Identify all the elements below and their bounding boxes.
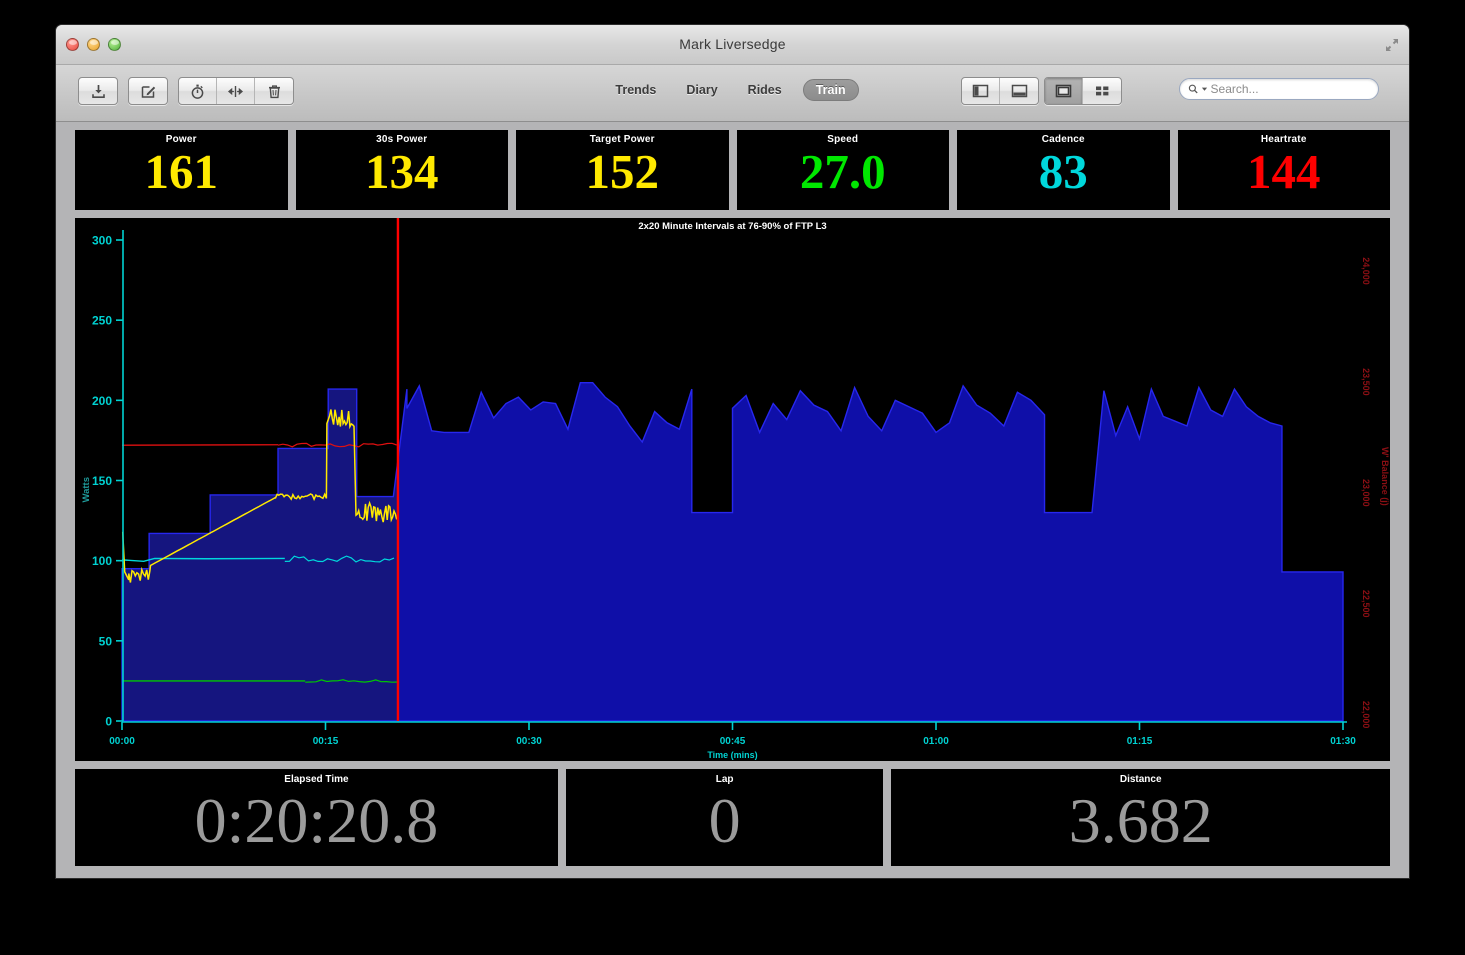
x-axis-tick-label: 01:00 bbox=[923, 736, 949, 747]
metric-value: 83 bbox=[1038, 144, 1088, 199]
summary-label: Distance bbox=[1119, 774, 1162, 785]
y-axis-tick-label: 300 bbox=[92, 234, 112, 248]
metric-label: Power bbox=[165, 134, 197, 145]
x-axis-tick-label: 00:00 bbox=[109, 736, 135, 747]
x-axis-tick-label: 00:30 bbox=[516, 736, 542, 747]
metric-label: Heartrate bbox=[1260, 134, 1307, 145]
right-axis-tick-label: 23,500 bbox=[1361, 368, 1371, 396]
metric-value: 134 bbox=[365, 144, 439, 199]
toggle-bottom-pane-button[interactable] bbox=[1000, 78, 1038, 104]
search-box[interactable] bbox=[1179, 78, 1379, 100]
metric-tile-30s-power: 30s Power 134 bbox=[295, 130, 508, 210]
summary-label: Lap bbox=[715, 774, 734, 785]
sidebar-left-icon bbox=[972, 84, 989, 98]
right-axis-tick-label: 24,000 bbox=[1361, 257, 1371, 285]
app-window: Mark Liversedge Trends Diary Rides Train… bbox=[56, 25, 1409, 878]
summary-value: 3.682 bbox=[1068, 785, 1213, 856]
y-axis-tick-label: 50 bbox=[99, 634, 113, 648]
nav-tab-diary[interactable]: Diary bbox=[677, 79, 726, 101]
summary-tile-distance: Distance 3.682 bbox=[891, 769, 1390, 866]
y-axis-tick-label: 0 bbox=[105, 715, 112, 729]
y-axis-tick-label: 250 bbox=[92, 314, 112, 328]
fullscreen-arrows-icon[interactable] bbox=[1382, 35, 1402, 55]
x-axis-tick-label: 01:30 bbox=[1330, 736, 1356, 747]
single-view-icon bbox=[1055, 84, 1072, 98]
summary-value: 0 bbox=[708, 785, 741, 856]
toolbar-group-views bbox=[1044, 77, 1122, 105]
nav-tab-trends[interactable]: Trends bbox=[606, 79, 665, 101]
right-axis-title: W' Balance (j) bbox=[1380, 447, 1390, 506]
toggle-sidebar-button[interactable] bbox=[962, 78, 1000, 104]
grid-view-button[interactable] bbox=[1083, 78, 1121, 104]
metric-label: 30s Power bbox=[376, 134, 428, 145]
metric-value: 27.0 bbox=[799, 144, 886, 199]
right-axis-tick-label: 23,000 bbox=[1361, 479, 1371, 507]
search-icon bbox=[1188, 84, 1198, 94]
training-chart[interactable]: 2x20 Minute Intervals at 76-90% of FTP L… bbox=[75, 218, 1390, 761]
metric-label: Target Power bbox=[589, 134, 655, 145]
summary-tile-lap: Lap 0 bbox=[565, 769, 884, 866]
content-area: Power 161 30s Power 134 Target Power 152… bbox=[56, 122, 1409, 877]
window-title: Mark Liversedge bbox=[679, 36, 786, 52]
search-input[interactable] bbox=[1210, 82, 1370, 96]
summary-value: 0:20:20.8 bbox=[194, 785, 439, 856]
right-axis-tick-label: 22,000 bbox=[1361, 701, 1371, 729]
y-axis-tick-label: 150 bbox=[92, 474, 112, 488]
y-axis-tick-label: 200 bbox=[92, 394, 112, 408]
summary-tiles: Elapsed Time 0:20:20.8 Lap 0 Distance 3.… bbox=[75, 769, 1390, 866]
metric-tile-target-power: Target Power 152 bbox=[516, 130, 729, 210]
x-axis-tick-label: 01:15 bbox=[1127, 736, 1153, 747]
x-axis-tick-label: 00:15 bbox=[313, 736, 339, 747]
grid-view-icon bbox=[1095, 86, 1108, 96]
toolbar-group-panes bbox=[961, 77, 1039, 105]
right-axis-tick-label: 22,500 bbox=[1361, 590, 1371, 618]
single-view-button[interactable] bbox=[1045, 78, 1083, 104]
summary-label: Elapsed Time bbox=[284, 774, 349, 785]
metric-tile-cadence: Cadence 83 bbox=[957, 130, 1170, 210]
y-axis-title: Watts bbox=[81, 477, 92, 503]
nav-tab-train[interactable]: Train bbox=[802, 79, 859, 101]
toolbar: Trends Diary Rides Train bbox=[56, 65, 1409, 122]
title-bar: Mark Liversedge bbox=[56, 25, 1409, 65]
metric-value: 161 bbox=[144, 144, 219, 199]
x-axis-tick-label: 00:45 bbox=[720, 736, 746, 747]
chevron-down-icon[interactable] bbox=[1201, 85, 1208, 93]
metric-tile-heartrate: Heartrate 144 bbox=[1177, 130, 1390, 210]
metric-label: Cadence bbox=[1041, 134, 1085, 145]
metric-label: Speed bbox=[827, 134, 859, 145]
summary-tile-elapsed-time: Elapsed Time 0:20:20.8 bbox=[75, 769, 558, 866]
chart-plot: 0 50 100 150 200 250 300 Watts 00:00 00:15 00:30 00… bbox=[81, 218, 1390, 760]
metric-tile-speed: Speed 27.0 bbox=[736, 130, 949, 210]
metric-tile-power: Power 161 bbox=[75, 130, 288, 210]
bottom-pane-icon bbox=[1011, 84, 1027, 98]
nav-tab-rides[interactable]: Rides bbox=[739, 79, 791, 101]
x-axis-title: Time (mins) bbox=[707, 750, 757, 760]
metric-tiles: Power 161 30s Power 134 Target Power 152… bbox=[75, 130, 1390, 210]
metric-value: 144 bbox=[1247, 144, 1321, 199]
metric-value: 152 bbox=[585, 144, 660, 199]
y-axis-tick-label: 100 bbox=[92, 554, 112, 568]
